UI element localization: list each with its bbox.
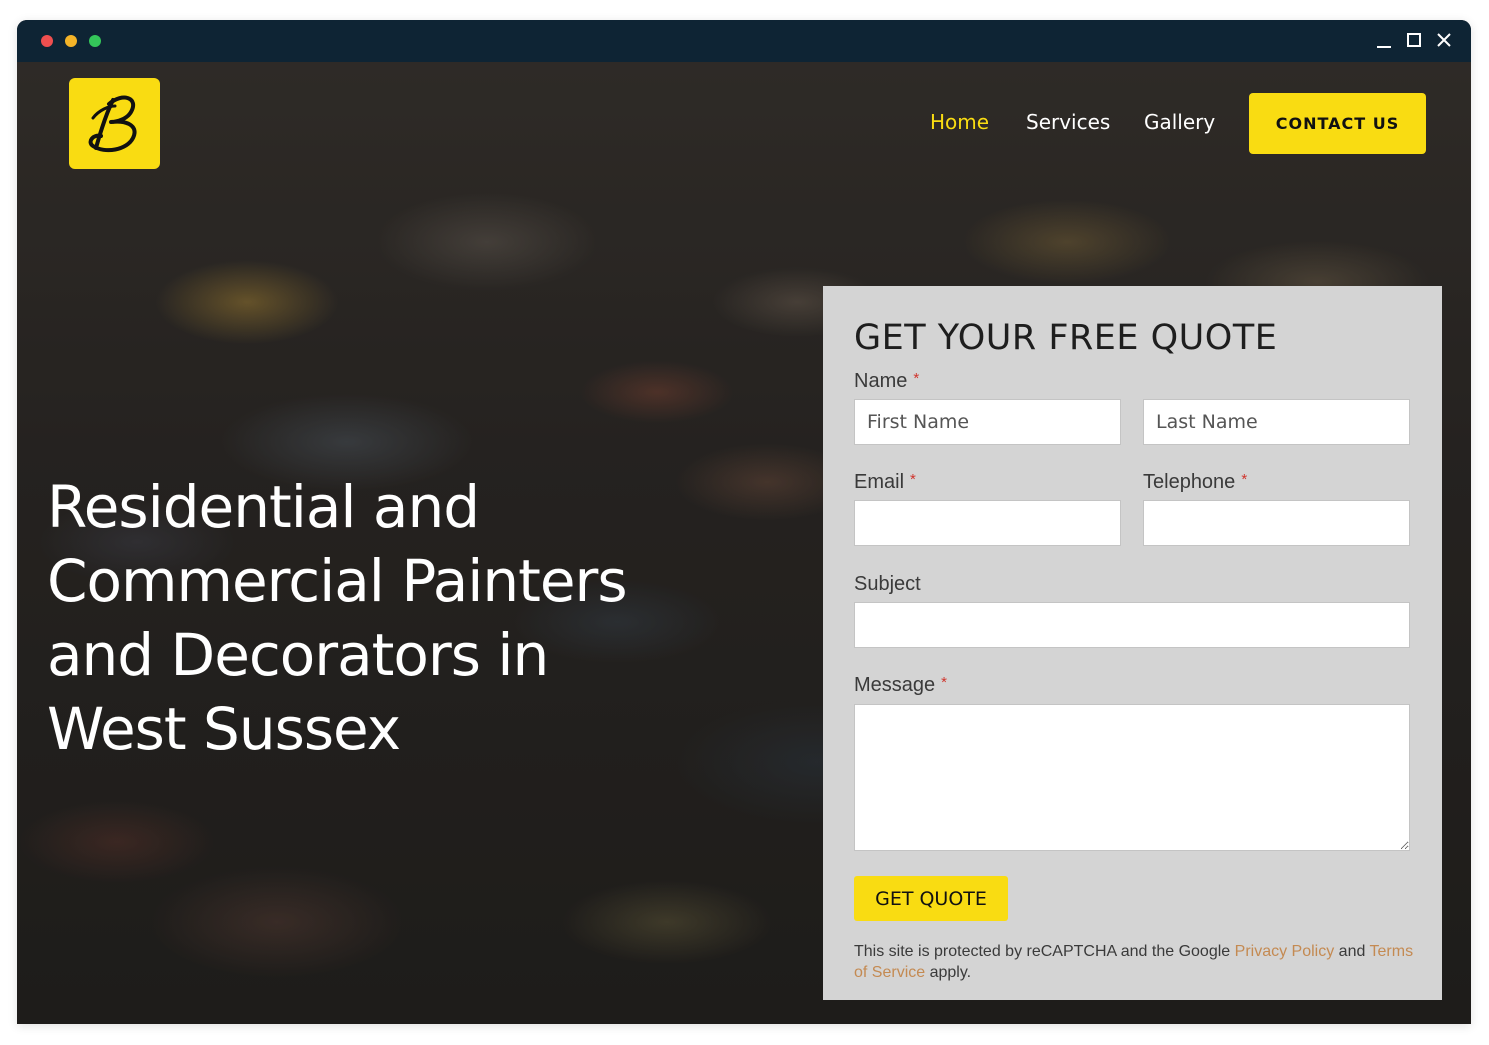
nav-services[interactable]: Services bbox=[1026, 110, 1110, 134]
browser-window: Home Services Gallery CONTACT US Residen… bbox=[17, 20, 1471, 1024]
hero-section: Home Services Gallery CONTACT US Residen… bbox=[17, 62, 1471, 1024]
close-icon[interactable] bbox=[1432, 29, 1456, 53]
first-name-input[interactable] bbox=[854, 399, 1121, 445]
name-label: Name * bbox=[854, 370, 919, 393]
zoom-dot-icon[interactable] bbox=[89, 35, 101, 47]
brand-logo[interactable] bbox=[69, 78, 160, 169]
email-label-text: Email bbox=[854, 471, 905, 493]
telephone-input[interactable] bbox=[1143, 500, 1410, 546]
nav-gallery[interactable]: Gallery bbox=[1144, 110, 1215, 134]
name-label-text: Name bbox=[854, 370, 908, 392]
quote-form-panel: GET YOUR FREE QUOTE Name * Email * Telepho… bbox=[823, 286, 1442, 1000]
hero-headline: Residential and Commercial Painters and … bbox=[47, 473, 628, 763]
get-quote-button[interactable]: GET QUOTE bbox=[854, 876, 1008, 921]
telephone-label: Telephone * bbox=[1143, 471, 1247, 494]
required-mark: * bbox=[941, 674, 947, 691]
recaptcha-middle: and bbox=[1338, 943, 1366, 960]
nav-home[interactable]: Home bbox=[930, 110, 989, 134]
maximize-icon[interactable] bbox=[1402, 29, 1426, 53]
subject-label-text: Subject bbox=[854, 573, 921, 595]
email-input[interactable] bbox=[854, 500, 1121, 546]
required-mark: * bbox=[910, 471, 916, 488]
message-textarea[interactable] bbox=[854, 704, 1410, 851]
email-label: Email * bbox=[854, 471, 916, 494]
subject-input[interactable] bbox=[854, 602, 1410, 648]
subject-label: Subject bbox=[854, 573, 921, 596]
contact-us-button[interactable]: CONTACT US bbox=[1249, 93, 1426, 154]
message-label: Message * bbox=[854, 674, 947, 697]
required-mark: * bbox=[1241, 471, 1248, 488]
signature-b-logo-icon bbox=[88, 95, 137, 153]
recaptcha-notice: This site is protected by reCAPTCHA and … bbox=[854, 941, 1414, 983]
last-name-input[interactable] bbox=[1143, 399, 1410, 445]
recaptcha-prefix: This site is protected by reCAPTCHA and … bbox=[854, 943, 1231, 960]
privacy-policy-link[interactable]: Privacy Policy bbox=[1235, 943, 1335, 960]
minimize-dot-icon[interactable] bbox=[65, 35, 77, 47]
quote-form-title: GET YOUR FREE QUOTE bbox=[854, 318, 1278, 358]
close-dot-icon[interactable] bbox=[41, 35, 53, 47]
recaptcha-suffix: apply. bbox=[929, 964, 972, 981]
window-titlebar bbox=[17, 20, 1471, 62]
required-mark: * bbox=[913, 370, 920, 387]
telephone-label-text: Telephone bbox=[1143, 471, 1236, 493]
message-label-text: Message bbox=[854, 674, 936, 696]
minimize-icon[interactable] bbox=[1372, 29, 1396, 53]
